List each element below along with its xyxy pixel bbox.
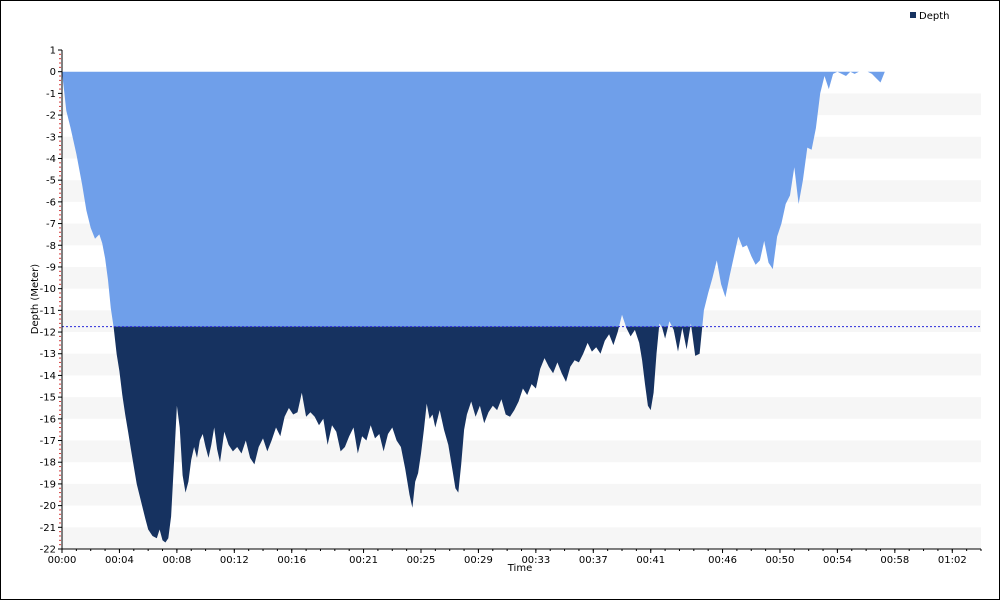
y-tick-label: -18 [40,458,56,469]
y-tick-label: -19 [40,479,56,490]
x-tick-label: 00:37 [579,555,608,566]
depth-chart: 1 0 -1 -2 -3 -4 -5 -6 -7 -8 -9 -10 -11 -12 -13 -14 -15 -1… [30,11,982,574]
y-tick-label: 1 [50,46,56,57]
y-tick-label: -4 [46,154,56,165]
y-tick-label: -22 [40,545,56,556]
y-tick-label: -2 [46,111,56,122]
chart-frame: 1 0 -1 -2 -3 -4 -5 -6 -7 -8 -9 -10 -11 -12 -13 -14 -15 -1… [0,0,1000,600]
y-axis-title: Depth (Meter) [30,264,41,335]
y-tick-label: -10 [40,284,56,295]
x-tick-label: 00:46 [708,555,737,566]
x-tick-label: 00:00 [48,555,77,566]
x-tick-label: 00:08 [162,555,191,566]
x-tick-label: 00:29 [464,555,493,566]
y-tick-label: -15 [40,393,56,404]
x-tick-label: 00:21 [349,555,378,566]
legend: Depth [910,11,949,22]
y-tick-label: -5 [46,176,56,187]
y-tick-label: -9 [46,262,56,273]
area-layer [62,71,885,543]
y-tick-label: -17 [40,436,56,447]
grid-band [62,440,981,463]
x-tick-label: 00:41 [636,555,665,566]
grid-band [62,483,981,506]
y-tick-label: -6 [46,197,56,208]
x-tick-label: 00:50 [766,555,795,566]
y-tick-label: -8 [46,241,56,252]
y-tick-label: -1 [46,89,56,100]
y-tick-label: -20 [40,501,56,512]
y-tick-label: -14 [40,371,56,382]
y-tick-label: -11 [40,306,56,317]
x-tick-label: 00:25 [407,555,436,566]
y-tick-label: -3 [46,132,56,143]
y-tick-label: -7 [46,219,56,230]
y-tick-label: -13 [40,349,56,360]
x-tick-label: 00:04 [105,555,134,566]
y-tick-label: -16 [40,414,56,425]
y-tick-label: 0 [50,67,56,78]
y-ticks: 1 0 -1 -2 -3 -4 -5 -6 -7 -8 -9 -10 -11 -12 -13 -14 -15 -1… [40,46,62,556]
x-tick-label: 00:54 [823,555,852,566]
legend-swatch [910,12,916,18]
x-tick-label: 00:12 [220,555,249,566]
grid-band [62,527,981,549]
y-tick-label: -21 [40,523,56,534]
x-axis-title: Time [507,563,532,574]
x-tick-label: 00:16 [277,555,306,566]
y-tick-label: -12 [40,328,56,339]
x-tick-label: 00:58 [880,555,909,566]
legend-label-depth: Depth [919,11,949,22]
x-tick-label: 01:02 [938,555,967,566]
